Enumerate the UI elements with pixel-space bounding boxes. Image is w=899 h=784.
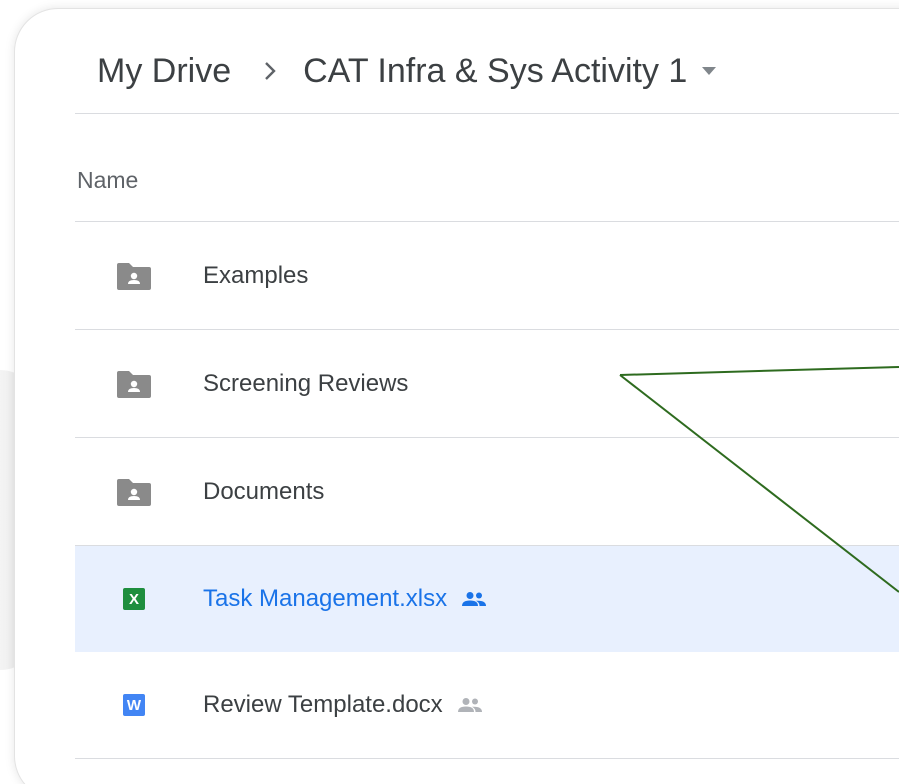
screenshot-stage: My Drive CAT Infra & Sys Activity 1 Name… [0, 0, 899, 784]
list-item[interactable]: Documents [75, 439, 899, 545]
file-name: Screening Reviews [203, 370, 409, 397]
file-name-container: Review Template.docx [203, 691, 483, 719]
divider [75, 329, 899, 330]
list-item[interactable]: Examples [75, 223, 899, 329]
shared-people-icon [461, 591, 487, 607]
file-name: Examples [203, 262, 309, 289]
drive-window: My Drive CAT Infra & Sys Activity 1 Name… [14, 8, 899, 784]
list-item-selected[interactable]: X Task Management.xlsx [75, 546, 899, 652]
breadcrumb-my-drive[interactable]: My Drive [97, 52, 231, 91]
file-name: Documents [203, 478, 325, 505]
excel-badge: X [123, 588, 145, 610]
divider [75, 758, 899, 759]
chevron-right-icon [263, 60, 277, 82]
list-item[interactable]: W Review Template.docx [75, 652, 899, 758]
shared-folder-icon [115, 261, 153, 291]
file-name: Task Management.xlsx [203, 585, 448, 612]
column-header-name[interactable]: Name [77, 167, 138, 194]
word-badge: W [123, 694, 145, 716]
divider [75, 437, 899, 438]
file-name-container: Task Management.xlsx [203, 585, 487, 613]
file-name: Review Template.docx [203, 691, 443, 718]
breadcrumb: My Drive CAT Infra & Sys Activity 1 [97, 41, 717, 101]
shared-folder-icon [115, 477, 153, 507]
list-item[interactable]: Screening Reviews [75, 331, 899, 437]
shared-people-icon [457, 697, 483, 713]
divider [75, 221, 899, 222]
breadcrumb-current-folder[interactable]: CAT Infra & Sys Activity 1 [303, 52, 687, 91]
word-file-icon: W [115, 690, 153, 720]
shared-folder-icon [115, 369, 153, 399]
excel-file-icon: X [115, 584, 153, 614]
divider [75, 113, 899, 114]
dropdown-caret-icon[interactable] [701, 66, 717, 76]
